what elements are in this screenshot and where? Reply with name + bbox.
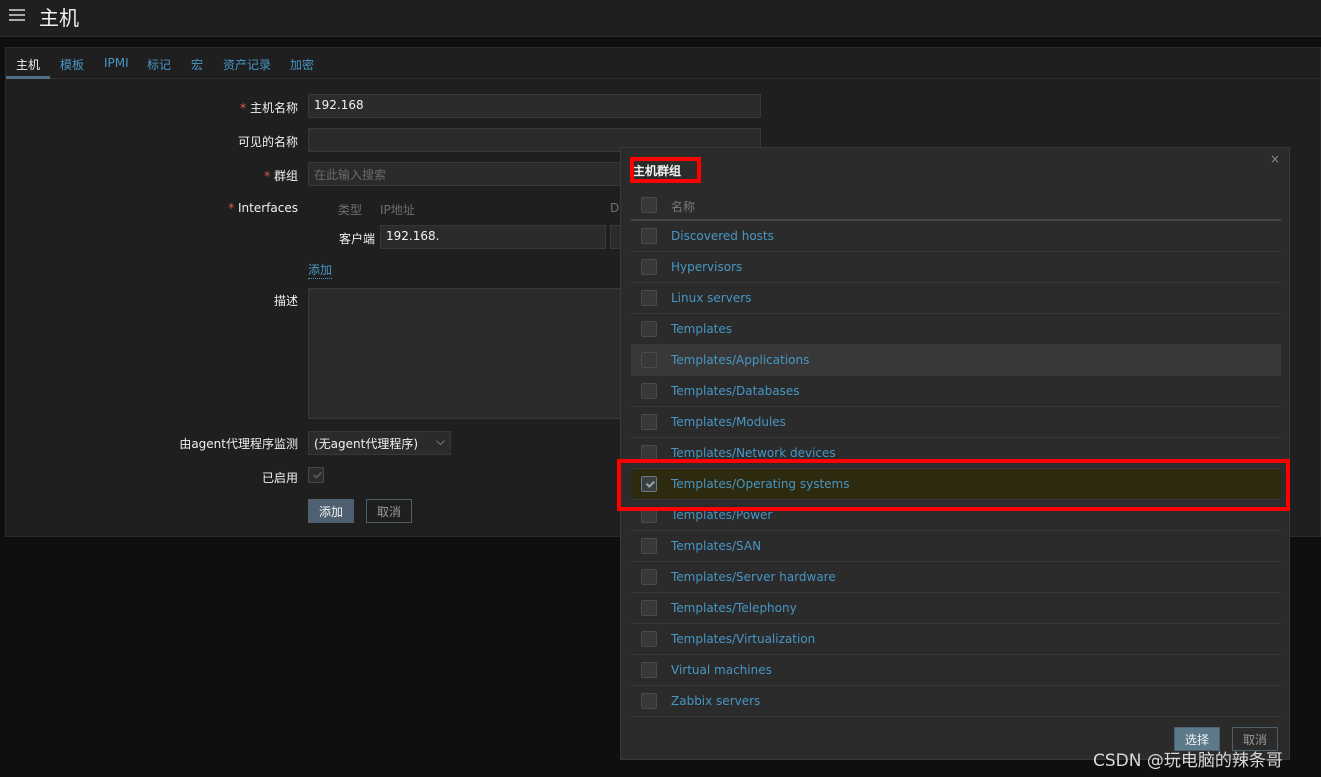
visible-name-label: 可见的名称	[237, 135, 298, 149]
interfaces-label: * Interfaces	[228, 201, 298, 215]
table-header: 名称	[631, 190, 1281, 221]
group-name-link[interactable]: Linux servers	[671, 291, 751, 305]
group-checkbox[interactable]	[641, 538, 657, 554]
group-checkbox[interactable]	[641, 662, 657, 678]
list-item[interactable]: Zabbix servers	[631, 686, 1281, 717]
cancel-button[interactable]: 取消	[366, 499, 413, 523]
list-item[interactable]: Templates/Server hardware	[631, 562, 1281, 593]
page-title: 主机	[39, 6, 79, 30]
group-name-link[interactable]: Templates/Network devices	[671, 446, 836, 460]
tab-tags[interactable]: 标记	[147, 56, 171, 73]
group-name-link[interactable]: Hypervisors	[671, 260, 742, 274]
tab-inventory[interactable]: 资产记录	[223, 56, 271, 73]
check-icon	[312, 469, 323, 479]
group-checkbox[interactable]	[641, 600, 657, 616]
description-label: 描述	[273, 294, 298, 308]
agent-interface-label: 客户端	[339, 232, 376, 246]
group-checkbox[interactable]	[641, 321, 657, 337]
annotation-box-row	[617, 459, 1290, 511]
group-name-link[interactable]: Templates/Applications	[671, 353, 809, 367]
select-all-checkbox[interactable]	[641, 197, 657, 213]
list-item[interactable]: Templates/Databases	[631, 376, 1281, 407]
tab-encryption[interactable]: 加密	[290, 56, 314, 73]
tab-host[interactable]: 主机	[16, 56, 40, 73]
enabled-checkbox[interactable]	[308, 467, 324, 483]
list-item[interactable]: Templates	[631, 314, 1281, 345]
group-name-link[interactable]: Templates/Modules	[671, 415, 786, 429]
group-checkbox[interactable]	[641, 259, 657, 275]
group-checkbox[interactable]	[641, 631, 657, 647]
column-header-name[interactable]: 名称	[671, 198, 695, 215]
list-item[interactable]: Templates/Virtualization	[631, 624, 1281, 655]
group-name-link[interactable]: Templates/Databases	[671, 384, 800, 398]
hamburger-icon[interactable]	[9, 9, 25, 21]
interface-dns-header: D	[610, 201, 620, 215]
add-button[interactable]: 添加	[308, 499, 355, 523]
group-checkbox[interactable]	[641, 352, 657, 368]
active-tab-indicator	[6, 76, 50, 79]
group-name-link[interactable]: Templates/Virtualization	[671, 632, 815, 646]
group-checkbox[interactable]	[641, 569, 657, 585]
group-name-link[interactable]: Templates/Telephony	[671, 601, 797, 615]
group-name-link[interactable]: Virtual machines	[671, 663, 772, 677]
list-item[interactable]: Linux servers	[631, 283, 1281, 314]
description-textarea[interactable]	[308, 288, 628, 419]
host-groups-modal: 主机群组 × 名称 Discovered hosts Hypervisors Lin…	[620, 147, 1290, 760]
annotation-box-title	[630, 157, 701, 183]
tab-ipmi[interactable]: IPMI	[104, 56, 129, 70]
list-item[interactable]: Hypervisors	[631, 252, 1281, 283]
group-checkbox[interactable]	[641, 228, 657, 244]
list-item[interactable]: Templates/Applications	[631, 345, 1281, 376]
group-name-link[interactable]: Templates/Server hardware	[671, 570, 836, 584]
groups-label: * 群组	[264, 169, 298, 183]
proxy-select-value: (无agent代理程序)	[314, 437, 419, 451]
tab-bar: 主机 模板 IPMI 标记 宏 资产记录 加密	[6, 48, 1320, 79]
group-name-link[interactable]: Templates	[671, 322, 732, 336]
list-item[interactable]: Templates/Telephony	[631, 593, 1281, 624]
watermark: CSDN @玩电脑的辣条哥	[1093, 751, 1283, 771]
host-name-input[interactable]: 192.168	[308, 94, 761, 118]
host-name-label: * 主机名称	[240, 101, 298, 115]
group-checkbox[interactable]	[641, 693, 657, 709]
list-item[interactable]: Templates/Modules	[631, 407, 1281, 438]
group-name-link[interactable]: Discovered hosts	[671, 229, 774, 243]
interface-type-header: 类型	[338, 203, 363, 217]
page-header: 主机	[0, 0, 1321, 37]
group-name-link[interactable]: Templates/SAN	[671, 539, 761, 553]
list-item[interactable]: Virtual machines	[631, 655, 1281, 686]
enabled-label: 已启用	[261, 471, 298, 485]
chevron-down-icon: ⌵	[435, 434, 445, 448]
close-icon[interactable]: ×	[1270, 152, 1280, 166]
group-name-link[interactable]: Zabbix servers	[671, 694, 760, 708]
list-item[interactable]: Discovered hosts	[631, 221, 1281, 252]
group-checkbox[interactable]	[641, 414, 657, 430]
agent-ip-input[interactable]: 192.168.	[380, 225, 606, 249]
tab-templates[interactable]: 模板	[60, 56, 84, 73]
tab-macros[interactable]: 宏	[191, 56, 203, 73]
proxy-select[interactable]: (无agent代理程序) ⌵	[308, 431, 451, 455]
add-interface-link[interactable]: 添加	[308, 261, 333, 279]
interface-ip-header: IP地址	[380, 203, 415, 217]
list-item[interactable]: Templates/SAN	[631, 531, 1281, 562]
group-checkbox[interactable]	[641, 383, 657, 399]
group-checkbox[interactable]	[641, 290, 657, 306]
proxy-label: 由agent代理程序监测	[179, 437, 298, 451]
